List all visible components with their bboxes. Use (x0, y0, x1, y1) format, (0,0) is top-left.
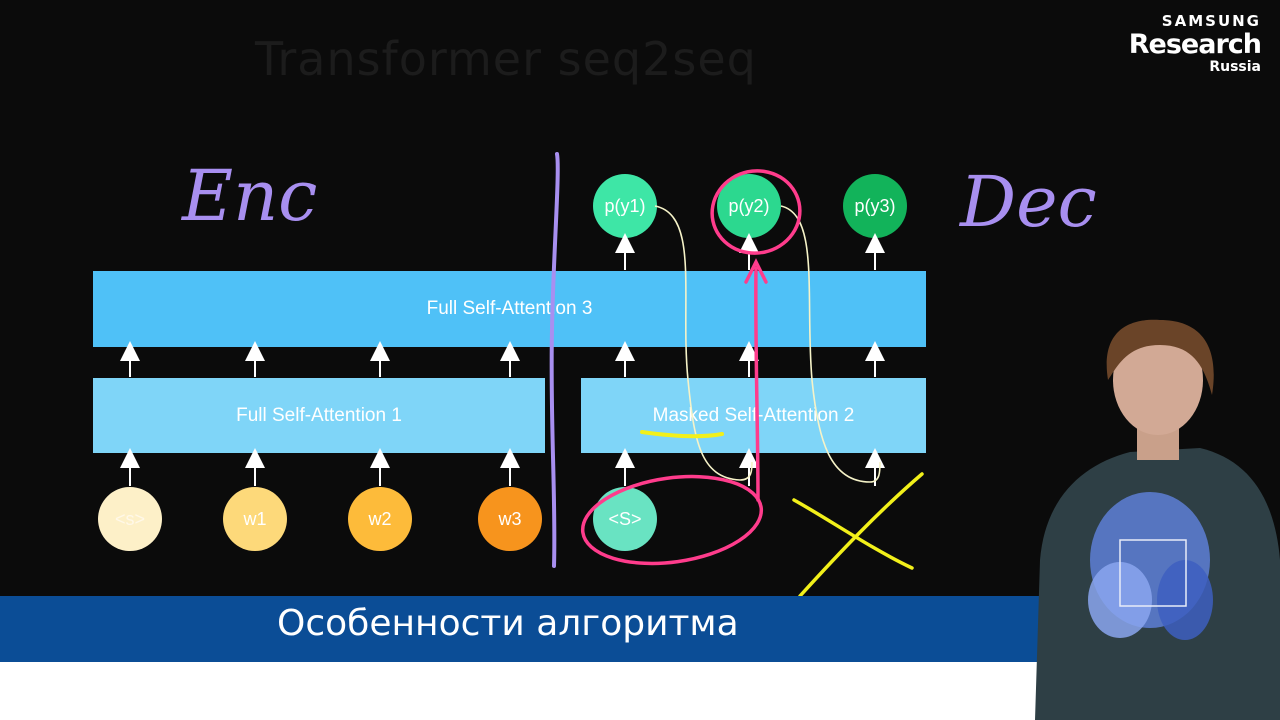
presenter-figure (1035, 319, 1280, 720)
shirt-print (1088, 492, 1213, 640)
lecture-slide: Transformer seq2seq SAMSUNG Research Rus… (0, 0, 1280, 720)
